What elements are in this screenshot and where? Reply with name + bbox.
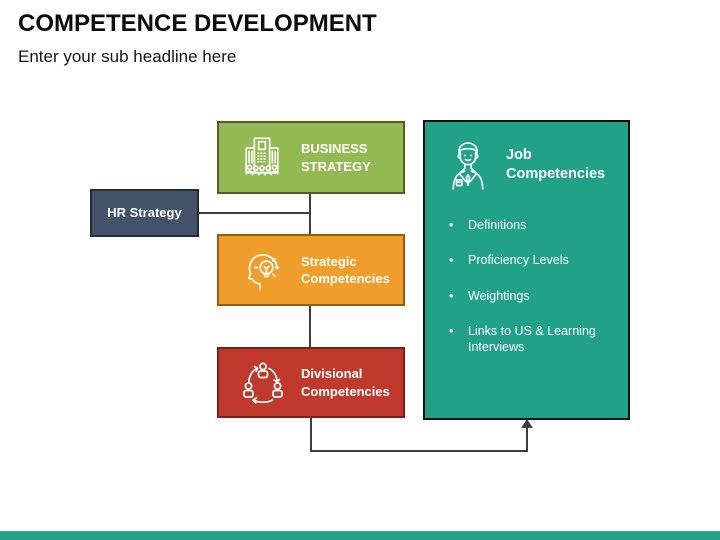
slide-title: COMPETENCE DEVELOPMENT	[18, 10, 377, 37]
job-competency-bullet-item: Weightings	[447, 288, 608, 305]
business-strategy-label: BUSINESS STRATEGY	[301, 141, 371, 174]
connector-bottom-horizontal-line	[310, 450, 528, 452]
connector-up-to-job-line	[526, 427, 528, 452]
footer-accent-bar	[0, 531, 720, 540]
arrow-up-icon	[521, 419, 533, 428]
strategic-competencies-label: Strategic Competencies	[301, 253, 390, 286]
job-competencies-panel: Job Competencies Definitions Proficiency …	[423, 120, 630, 420]
job-competencies-bullet-list: Definitions Proficiency Levels Weightings L…	[447, 217, 614, 355]
job-competencies-header: Job Competencies	[447, 138, 614, 192]
divisional-competencies-box: Divisional Competencies	[217, 347, 405, 418]
job-competency-bullet-item: Proficiency Levels	[447, 252, 608, 269]
head-lightbulb-icon	[239, 246, 287, 294]
businessman-icon	[447, 138, 489, 192]
connector-divisional-down-line	[310, 417, 312, 452]
slide-canvas: COMPETENCE DEVELOPMENT Enter your sub he…	[0, 0, 720, 540]
strategic-competencies-box: Strategic Competencies	[217, 234, 405, 306]
job-competency-bullet-item: Links to US & Learning Interviews	[447, 323, 608, 356]
connector-hr-line	[198, 212, 310, 214]
slide-subtitle-placeholder: Enter your sub headline here	[18, 47, 237, 66]
hr-strategy-box: HR Strategy	[90, 189, 199, 237]
business-strategy-box: BUSINESS STRATEGY	[217, 121, 405, 194]
hr-strategy-label: HR Strategy	[107, 205, 182, 221]
connector-strategic-divisional-line	[309, 305, 311, 347]
building-people-icon	[239, 135, 285, 181]
job-competencies-label: Job Competencies	[506, 146, 606, 182]
people-cycle-icon	[239, 359, 287, 407]
job-competency-bullet-item: Definitions	[447, 217, 608, 234]
divisional-competencies-label: Divisional Competencies	[301, 366, 390, 399]
